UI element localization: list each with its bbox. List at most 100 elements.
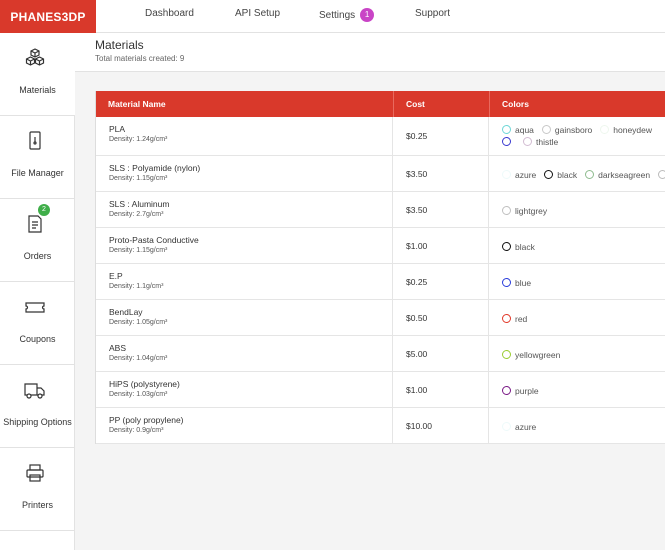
color-list: yellowgreen (502, 349, 665, 361)
color-name: gainsboro (554, 125, 593, 135)
table-row[interactable]: BendLay Density: 1.05g/cm³ $0.50 red (96, 300, 665, 336)
settings-badge: 1 (360, 8, 375, 22)
sidebar-item-printers[interactable]: Printers (0, 448, 75, 531)
color-swatch-icon (502, 170, 511, 179)
material-cell: E.P Density: 1.1g/cm³ (96, 264, 393, 299)
color-chip: azure (502, 169, 536, 181)
material-cost: $1.00 (406, 241, 428, 251)
color-swatch-icon (544, 170, 554, 179)
document-icon (24, 213, 46, 235)
column-header-colors: Colors (489, 91, 665, 117)
colors-cell: blue (489, 264, 665, 299)
color-chip: yellowgreen (502, 349, 560, 361)
color-swatch-icon (502, 386, 511, 395)
color-swatch-icon (585, 170, 595, 179)
color-list: blue (502, 277, 665, 289)
app-logo[interactable]: PHANES3DP (0, 0, 96, 33)
sidebar-item-coupons[interactable]: Coupons (0, 282, 75, 365)
color-swatch-icon (502, 278, 511, 287)
color-name: blue (515, 278, 532, 288)
color-list: black (502, 241, 665, 253)
sidebar-item-file-manager[interactable]: File Manager (0, 116, 75, 199)
colors-cell: azure black darkseagreen (489, 156, 665, 191)
color-name: purple (515, 386, 539, 396)
color-swatch-icon (502, 422, 511, 431)
color-swatch-icon (600, 125, 610, 134)
table-row[interactable]: PLA Density: 1.24g/cm³ $0.25 aqua gainsboro h… (96, 117, 665, 156)
page-header: Materials Total materials created: 9 (75, 33, 665, 72)
material-cost: $5.00 (406, 349, 428, 359)
color-swatch-icon (502, 125, 511, 134)
material-name: SLS : Polyamide (nylon) (109, 163, 201, 173)
cost-cell: $0.50 (393, 300, 489, 335)
file-icon (24, 130, 46, 152)
color-name: black (515, 242, 535, 252)
column-header-material-name: Material Name (108, 99, 166, 109)
materials-table: Material Name Cost Colors PLA Density: 1.… (95, 91, 665, 444)
table-row[interactable]: Proto-Pasta Conductive Density: 1.15g/cm³… (96, 228, 665, 264)
sidebar-item-label: Materials (19, 85, 56, 95)
colors-cell: red (489, 300, 665, 335)
orders-badge: 2 (38, 204, 50, 216)
nav-api-setup[interactable]: API Setup (235, 8, 280, 19)
material-cost: $3.50 (406, 169, 428, 179)
material-density: Density: 0.9g/cm³ (109, 427, 164, 434)
table-row[interactable]: HiPS (polystyrene) Density: 1.03g/cm³ $1.0… (96, 372, 665, 408)
sidebar-item-orders[interactable]: 2 Orders (0, 199, 75, 282)
nav-support[interactable]: Support (415, 8, 450, 19)
material-cell: BendLay Density: 1.05g/cm³ (96, 300, 393, 335)
cost-cell: $0.25 (393, 117, 489, 155)
color-list: lightgrey (502, 205, 665, 217)
table-row[interactable]: E.P Density: 1.1g/cm³ $0.25 blue (96, 264, 665, 300)
color-chip: thistle (523, 136, 558, 148)
material-name: Proto-Pasta Conductive (109, 235, 199, 245)
color-list: purple (502, 385, 665, 397)
color-swatch-icon (541, 125, 551, 134)
table-row[interactable]: ABS Density: 1.04g/cm³ $5.00 yellowgreen (96, 336, 665, 372)
color-name: black (557, 170, 578, 180)
sidebar-item-label: Shipping Options (3, 417, 72, 427)
sidebar-item-label: Coupons (19, 334, 56, 344)
material-cost: $1.00 (406, 385, 428, 395)
printer-icon (24, 462, 46, 484)
color-swatch-icon (523, 137, 532, 146)
colors-cell: azure (489, 408, 665, 443)
sidebar-item-label: Orders (23, 251, 52, 261)
colors-cell: lightgrey (489, 192, 665, 227)
color-chip: gainsboro (541, 124, 593, 136)
truck-icon (24, 379, 46, 401)
material-name: ABS (109, 343, 127, 353)
material-name: SLS : Aluminum (109, 199, 170, 209)
material-name: PLA (109, 124, 126, 134)
nav-dashboard[interactable]: Dashboard (145, 8, 194, 19)
nav-settings[interactable]: Settings 1 (319, 8, 375, 22)
table-row[interactable]: SLS : Polyamide (nylon) Density: 1.15g/cm… (96, 156, 665, 192)
color-chip: lightgrey (502, 205, 547, 217)
color-name: yellowgreen (515, 350, 561, 360)
color-name: lightgrey (515, 206, 548, 216)
nav-settings-label: Settings (319, 10, 356, 21)
material-name: E.P (109, 271, 123, 281)
table-row[interactable]: SLS : Aluminum Density: 2.7g/cm³ $3.50 ligh… (96, 192, 665, 228)
color-chip: blue (502, 277, 531, 289)
color-swatch-icon (502, 137, 511, 146)
color-name: red (515, 314, 528, 324)
colors-cell: black (489, 228, 665, 263)
cost-cell: $3.50 (393, 192, 489, 227)
material-cell: HiPS (polystyrene) Density: 1.03g/cm³ (96, 372, 393, 407)
color-chip: honeydew (600, 124, 652, 136)
color-swatch-icon (502, 206, 511, 215)
color-swatch-icon (502, 242, 511, 251)
table-row[interactable]: PP (poly propylene) Density: 0.9g/cm³ $10.… (96, 408, 665, 444)
material-cost: $10.00 (406, 421, 432, 431)
color-list: azure (502, 421, 665, 433)
top-bar: PHANES3DP Dashboard API Setup Settings 1 … (0, 0, 665, 33)
sidebar-item-label: Printers (21, 500, 53, 510)
material-name: BendLay (109, 307, 143, 317)
sidebar-item-materials[interactable]: Materials (0, 33, 75, 116)
cost-cell: $1.00 (393, 372, 489, 407)
color-chip: azure (502, 421, 536, 433)
sidebar-item-shipping-options[interactable]: Shipping Options (0, 365, 75, 448)
color-chip: darkseagreen (585, 169, 650, 181)
color-name: azure (515, 422, 537, 432)
